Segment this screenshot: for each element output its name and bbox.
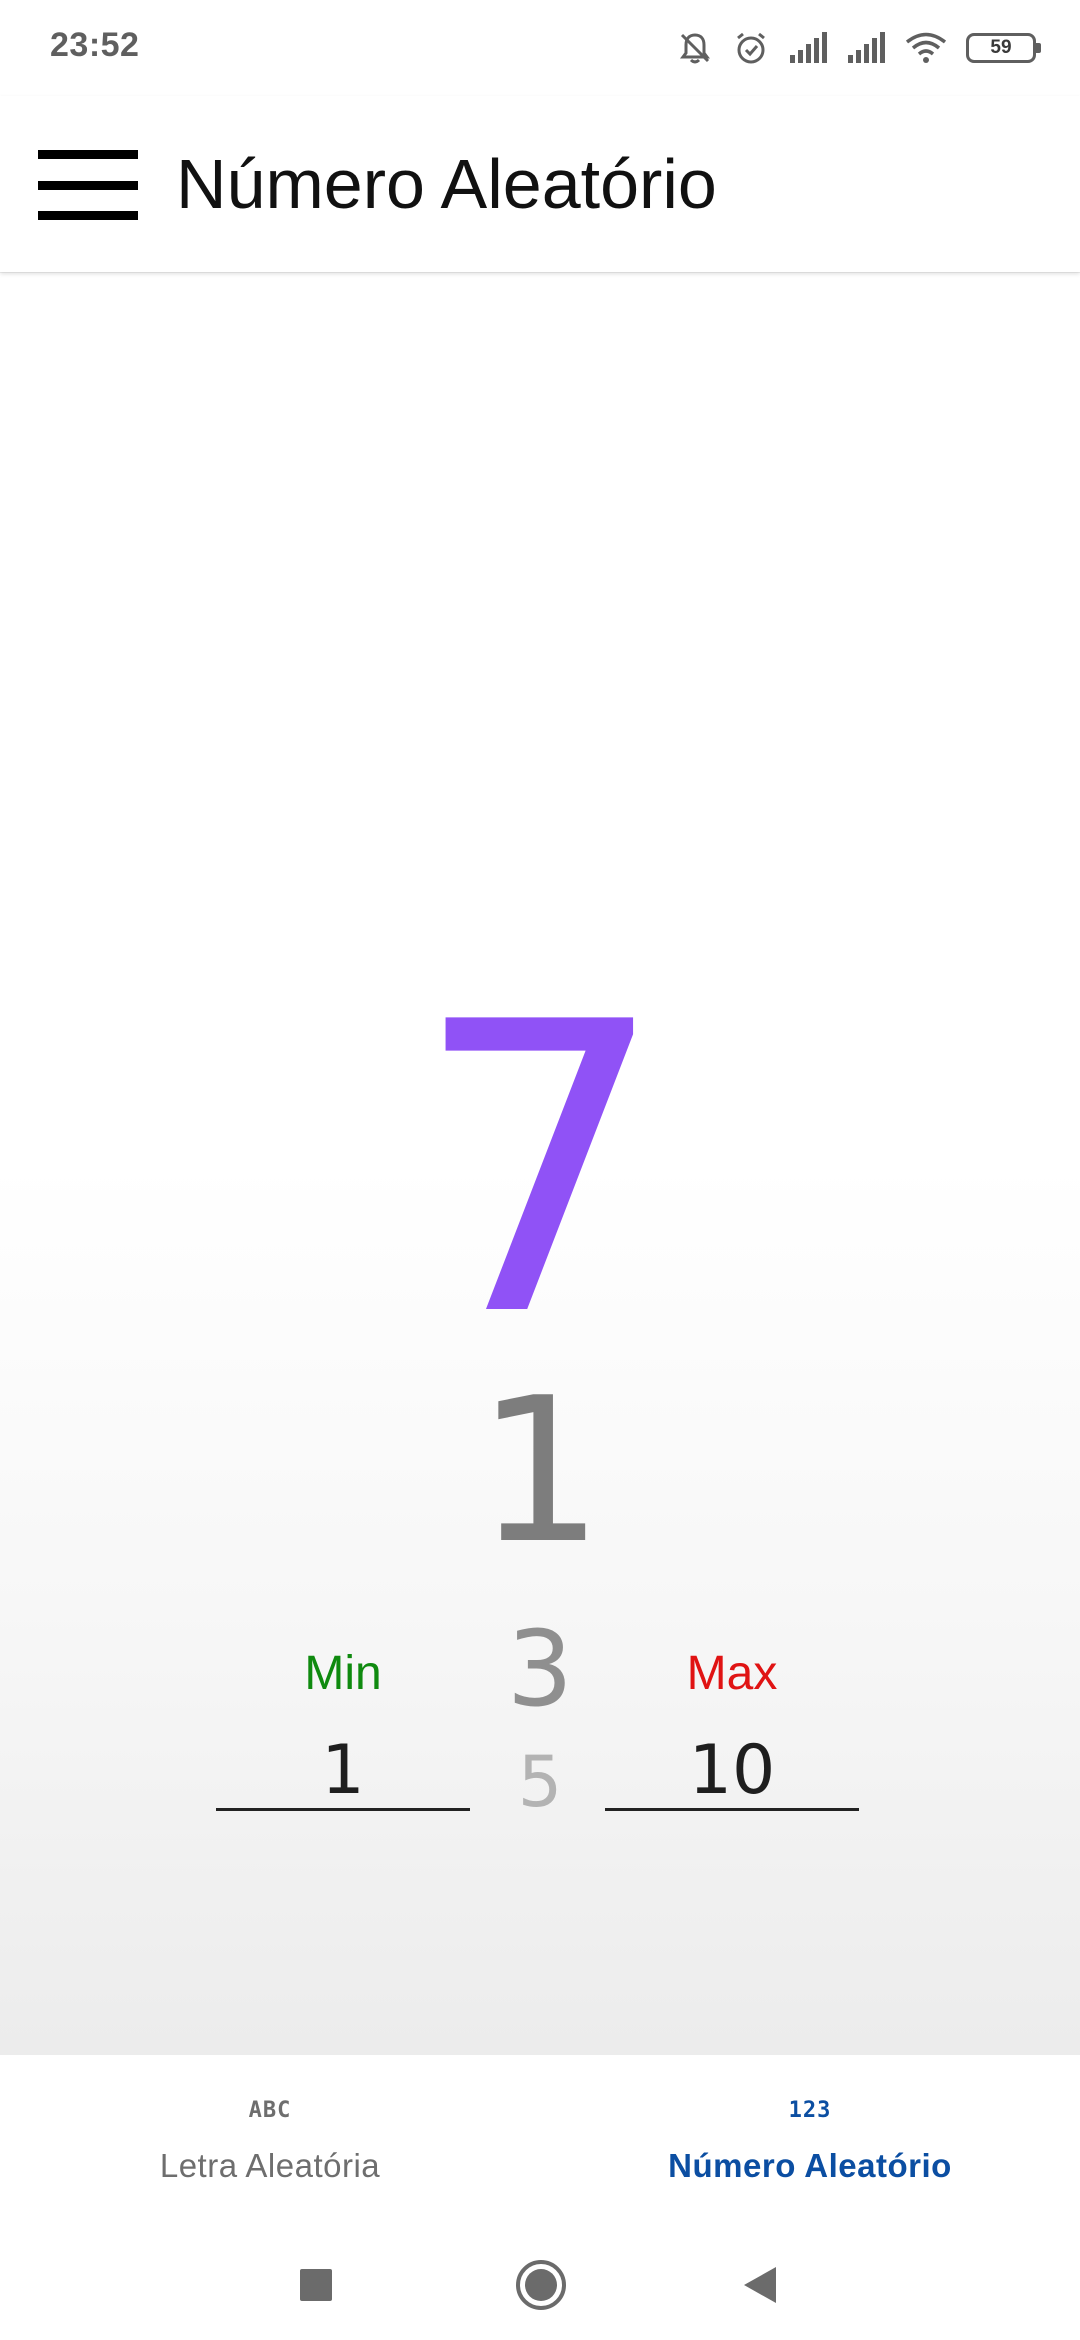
- menu-line: [38, 180, 138, 190]
- hamburger-menu-icon[interactable]: [38, 150, 138, 220]
- max-label: Max: [686, 1647, 778, 1700]
- number-wheel-item: 5: [517, 1741, 563, 1823]
- status-icons: 59: [676, 26, 1041, 70]
- battery-level: 59: [990, 37, 1012, 58]
- signal-icon: [788, 31, 828, 65]
- tab-label: Letra Aleatória: [159, 2147, 381, 2184]
- home-icon[interactable]: [506, 2250, 576, 2320]
- menu-line: [38, 211, 138, 220]
- main-content: 7 1 3 5 Min Max: [0, 272, 1080, 2055]
- number-wheel-item: 1: [476, 1355, 604, 1588]
- status-time: 23:52: [50, 26, 140, 64]
- recents-icon[interactable]: [281, 2250, 351, 2320]
- abc-icon: ABC: [248, 2098, 292, 2123]
- notifications-off-icon: [676, 29, 714, 67]
- max-input[interactable]: [605, 1732, 859, 1811]
- back-icon[interactable]: [725, 2250, 795, 2320]
- signal-icon: [846, 31, 886, 65]
- battery-icon: 59: [966, 33, 1041, 63]
- tab-label: Número Aleatório: [668, 2147, 952, 2184]
- min-label: Min: [304, 1647, 382, 1700]
- random-number-result: 7: [412, 939, 668, 1404]
- system-navigation-bar: [0, 2230, 1080, 2340]
- tab-numero-aleatorio[interactable]: 123 Número Aleatório: [540, 2055, 1080, 2230]
- menu-line: [38, 150, 138, 159]
- page-title: Número Aleatório: [176, 145, 717, 223]
- tab-letra-aleatoria[interactable]: ABC Letra Aleatória: [0, 2055, 540, 2230]
- numbers-icon: 123: [788, 2098, 832, 2123]
- app-bar: Número Aleatório: [0, 96, 1080, 272]
- alarm-icon: [732, 29, 770, 67]
- number-wheel-item: 3: [506, 1608, 574, 1730]
- bottom-navigation: ABC Letra Aleatória 123 Número Aleatório: [0, 2055, 1080, 2230]
- min-input[interactable]: [216, 1732, 470, 1811]
- status-bar: 23:52 59: [0, 0, 1080, 96]
- wifi-icon: [904, 31, 948, 65]
